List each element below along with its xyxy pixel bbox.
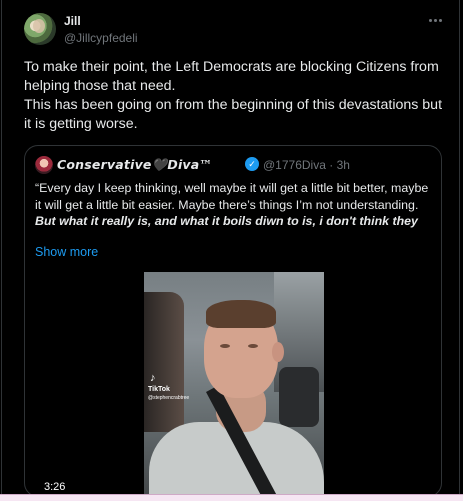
tiktok-watermark: TikTok bbox=[148, 386, 170, 393]
author-display-name[interactable]: Jill bbox=[64, 14, 81, 28]
quote-author-handle[interactable]: @1776Diva bbox=[263, 158, 326, 172]
quote-text-plain: “Every day I keep thinking, well maybe i… bbox=[35, 181, 429, 212]
post-text: To make their point, the Left Democrats … bbox=[24, 59, 443, 132]
video-seat bbox=[279, 367, 319, 427]
quote-text: “Every day I keep thinking, well maybe i… bbox=[35, 180, 435, 230]
quote-author-name[interactable]: 𝘾𝙤𝙣𝙨𝙚𝙧𝙫𝙖𝙩𝙞𝙫𝙚🖤𝘿𝙞𝙫𝙖™ bbox=[57, 157, 212, 173]
quote-text-emphasis: But what it really is, and what it boils… bbox=[35, 214, 418, 228]
video-car-door bbox=[144, 292, 184, 432]
quote-tweet-card[interactable]: 𝘾𝙤𝙣𝙨𝙚𝙧𝙫𝙖𝙩𝙞𝙫𝙚🖤𝘿𝙞𝙫𝙖™ ✓ @1776Diva · 3h “Eve… bbox=[24, 145, 442, 497]
video-person-eye bbox=[220, 344, 230, 348]
quote-timestamp[interactable]: · 3h bbox=[329, 158, 350, 172]
video-person-eye bbox=[248, 344, 258, 348]
verified-icon: ✓ bbox=[245, 157, 259, 171]
video-person-ear bbox=[272, 342, 284, 362]
avatar[interactable] bbox=[24, 13, 56, 45]
more-icon[interactable] bbox=[426, 15, 444, 25]
tiktok-logo-icon: ♪ bbox=[150, 372, 156, 384]
video-person-hair bbox=[206, 300, 276, 328]
tiktok-username: @stephencrabtree bbox=[148, 395, 190, 401]
show-more-link[interactable]: Show more bbox=[35, 245, 98, 259]
video-duration: 3:26 bbox=[42, 481, 68, 493]
quote-meta: @1776Diva · 3h bbox=[263, 158, 350, 172]
author-handle[interactable]: @Jillcypfedeli bbox=[64, 31, 138, 45]
quote-avatar[interactable] bbox=[35, 156, 53, 174]
video-player[interactable]: ♪ TikTok @stephencrabtree bbox=[144, 272, 324, 496]
